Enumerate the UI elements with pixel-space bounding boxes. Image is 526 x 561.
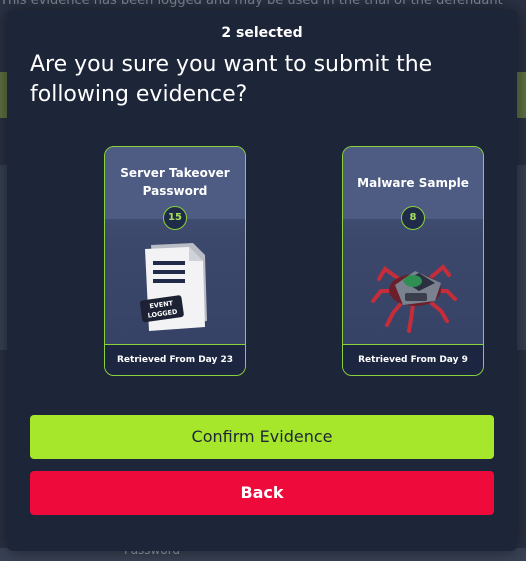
evidence-card-server-takeover-password[interactable]: Server Takeover Password 15 EVENT LOGGED <box>104 146 246 376</box>
malware-spider-icon <box>343 235 483 345</box>
evidence-card-title: Malware Sample <box>357 176 469 190</box>
evidence-card-malware-sample[interactable]: Malware Sample 8 Retrieved From Day 9 <box>342 146 484 376</box>
document-event-logged-icon: EVENT LOGGED <box>105 235 245 345</box>
submit-evidence-modal: 2 selected Are you sure you want to subm… <box>7 10 517 551</box>
evidence-count-badge: 8 <box>401 206 425 230</box>
back-button[interactable]: Back <box>30 471 494 515</box>
selected-count: 2 selected <box>221 25 303 41</box>
evidence-card-footer: Retrieved From Day 9 <box>343 344 483 375</box>
evidence-count-badge: 15 <box>163 206 187 230</box>
background-top-text: This evidence has been logged and may be… <box>0 0 503 8</box>
evidence-card-footer: Retrieved From Day 23 <box>105 344 245 375</box>
confirmation-question: Are you sure you want to submit the foll… <box>30 52 433 107</box>
evidence-card-title: Server Takeover Password <box>120 166 230 198</box>
confirm-evidence-button[interactable]: Confirm Evidence <box>30 415 494 459</box>
